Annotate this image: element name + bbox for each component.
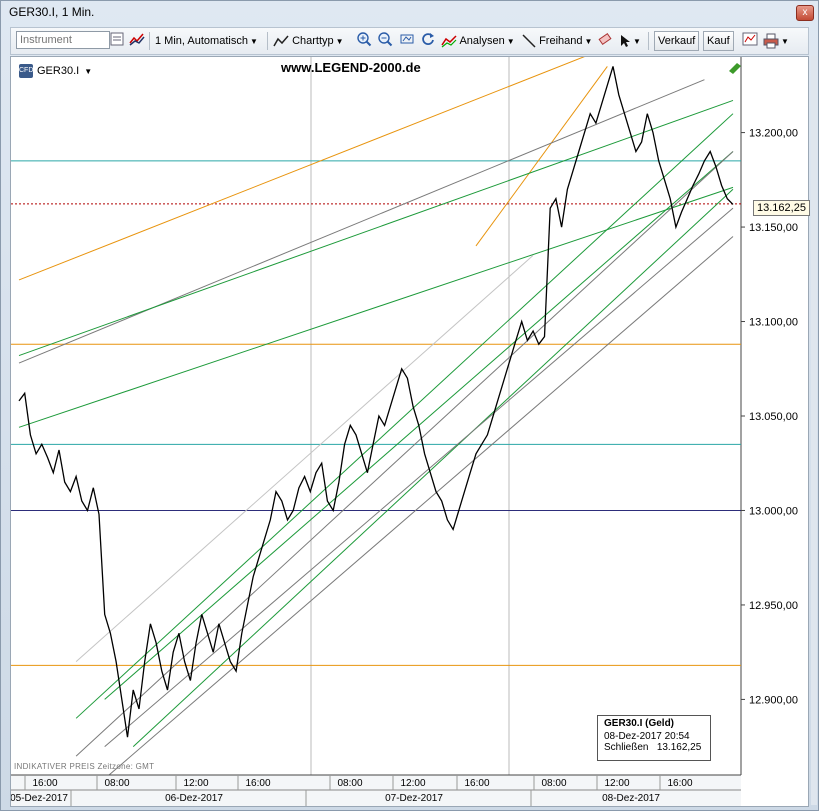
- date-label: 08-Dez-2017: [602, 793, 660, 804]
- zoom-in-icon[interactable]: [356, 31, 372, 51]
- trend-line-0: [18, 47, 608, 281]
- price-chart[interactable]: 12.900,00 12.950,00 13.000,00 13.050,00 13.1…: [10, 47, 808, 806]
- x-tick-label: 12:00: [183, 778, 208, 789]
- y-tick-label: 13.200,00: [749, 128, 798, 140]
- analysen-dropdown[interactable]: Analysen ▼: [441, 31, 515, 51]
- trend-line-11: [75, 255, 534, 663]
- symbol-name: GER30.I: [37, 64, 80, 77]
- scrollbar[interactable]: [811, 56, 817, 805]
- title-bar[interactable]: GER30.I, 1 Min. x: [1, 1, 818, 25]
- y-tick-label: 13.150,00: [749, 222, 798, 234]
- chevron-down-icon: ▼: [584, 37, 593, 46]
- freihand-label: Freihand: [539, 35, 583, 47]
- close-button[interactable]: x: [796, 5, 814, 21]
- window-title: GER30.I, 1 Min.: [9, 5, 95, 19]
- trend-line-4: [18, 186, 734, 428]
- chevron-down-icon: ▼: [781, 37, 789, 46]
- chevron-down-icon: ▼: [335, 37, 344, 46]
- chevron-down-icon: ▼: [84, 66, 93, 76]
- price-series-line: [18, 66, 734, 738]
- info-box-datetime: 08-Dez-2017 20:54: [604, 731, 690, 742]
- last-price-label: 13.162,25: [753, 200, 810, 216]
- y-tick-label: 12.950,00: [749, 600, 798, 612]
- x-tick-label: 16:00: [245, 778, 270, 789]
- info-box: GER30.I (Geld) 08-Dez-2017 20:54 Schließ…: [597, 715, 711, 761]
- cfd-icon: CFD: [19, 64, 33, 78]
- line-chart-icon: [273, 35, 289, 47]
- x-tick-label: 08:00: [541, 778, 566, 789]
- y-tick-label: 13.000,00: [749, 505, 798, 517]
- cursor-icon: [621, 35, 630, 48]
- x-tick-label: 12:00: [604, 778, 629, 789]
- disclaimer: INDIKATIVER PREIS Zeitzone: GMT: [14, 762, 155, 771]
- indicator-icon: [441, 35, 457, 48]
- watermark: www.LEGEND-2000.de: [281, 60, 421, 75]
- compare-icon[interactable]: [129, 31, 145, 51]
- freihand-dropdown[interactable]: Freihand ▼: [522, 31, 592, 51]
- info-box-close-row: Schließen 13.162,25: [604, 742, 704, 753]
- autoscale-icon[interactable]: [399, 31, 415, 51]
- trend-line-1: [475, 66, 608, 247]
- x-tick-label: 08:00: [337, 778, 362, 789]
- toolbar-separator: [149, 32, 150, 50]
- chart-window: GER30.I, 1 Min. x 1 Min, Automatisch▼ Ch…: [0, 0, 819, 811]
- chart-area[interactable]: 12.900,00 12.950,00 13.000,00 13.050,00 13.1…: [10, 47, 810, 807]
- x-tick-label: 12:00: [400, 778, 425, 789]
- charttype-label: Charttyp: [292, 35, 334, 47]
- print-icon: [763, 33, 779, 49]
- chevron-down-icon: ▼: [633, 37, 641, 46]
- date-label: 05-Dez-2017: [11, 793, 68, 804]
- date-label: 07-Dez-2017: [385, 793, 443, 804]
- trend-line-7: [132, 188, 734, 748]
- analysen-label: Analysen: [459, 35, 505, 47]
- instrument-input[interactable]: [16, 31, 110, 49]
- chart-settings-icon[interactable]: [742, 31, 758, 51]
- x-tick-label: 16:00: [464, 778, 489, 789]
- toolbar-separator: [267, 32, 268, 50]
- print-dropdown[interactable]: ▼: [763, 31, 789, 51]
- timeframe-dropdown[interactable]: 1 Min, Automatisch ▼: [155, 31, 258, 51]
- instrument-list-icon[interactable]: [109, 31, 125, 51]
- x-tick-label: 16:00: [32, 778, 57, 789]
- zoom-out-icon[interactable]: [377, 31, 393, 51]
- refresh-icon[interactable]: [420, 31, 436, 51]
- charttype-dropdown[interactable]: Charttyp ▼: [273, 31, 344, 51]
- sell-button[interactable]: Verkauf: [654, 31, 700, 51]
- x-tick-label: 08:00: [104, 778, 129, 789]
- info-box-close-value: 13.162,25: [656, 742, 702, 753]
- chevron-down-icon: ▼: [249, 37, 258, 46]
- toolbar: 1 Min, Automatisch▼ Charttyp▼ Analysen▼ …: [10, 27, 809, 55]
- draw-line-icon: [522, 34, 536, 48]
- info-box-close-label: Schließen: [604, 742, 649, 753]
- cursor-dropdown[interactable]: ▼: [619, 31, 641, 51]
- x-tick-label: 16:00: [667, 778, 692, 789]
- toolbar-separator: [648, 32, 649, 50]
- y-tick-label: 13.100,00: [749, 317, 798, 329]
- trend-line-10: [104, 236, 734, 780]
- timeframe-label: 1 Min, Automatisch: [155, 35, 248, 47]
- eraser-icon[interactable]: [597, 31, 613, 51]
- info-box-header: GER30.I (Geld): [604, 718, 675, 729]
- pen-marker-icon: [729, 63, 741, 74]
- symbol-selector[interactable]: CFD GER30.I ▼: [19, 64, 92, 78]
- chevron-down-icon: ▼: [506, 37, 515, 46]
- y-tick-label: 12.900,00: [749, 694, 798, 706]
- buy-button[interactable]: Kauf: [703, 31, 734, 51]
- y-tick-label: 13.050,00: [749, 411, 798, 423]
- date-label: 06-Dez-2017: [165, 793, 223, 804]
